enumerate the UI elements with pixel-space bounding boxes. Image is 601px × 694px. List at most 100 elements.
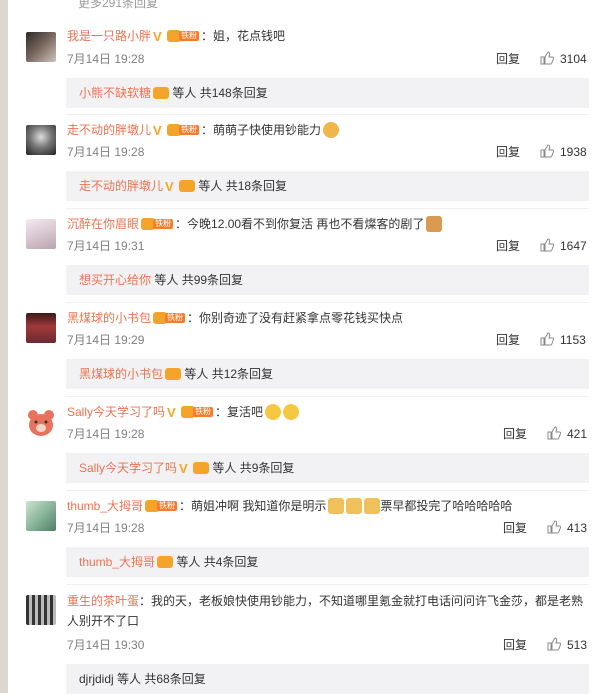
like-count: 513: [567, 638, 588, 652]
like-count: 1938: [560, 145, 587, 159]
crying-face-emoji-icon: [283, 404, 300, 420]
like-thumb-icon[interactable]: [547, 637, 561, 651]
sub-reply-box[interactable]: 黑煤球的小书包 等人 共12条回复: [66, 359, 589, 389]
divider: [66, 490, 589, 491]
like-count: 1153: [560, 333, 586, 347]
sub-reply-username[interactable]: thumb_大拇哥: [79, 555, 155, 569]
comment-line: Sally今天学习了吗 V 铁粉 ：复活吧: [67, 403, 300, 421]
avatar[interactable]: [26, 595, 56, 625]
sub-reply-username[interactable]: Sally今天学习了吗: [79, 461, 177, 475]
fan-badge-icon: [179, 180, 196, 192]
comment-line: thumb_大拇哥 铁粉 ：萌姐冲啊 我知道你是明示 票早都投完了哈哈哈哈哈: [67, 497, 512, 515]
comment-text: ：我的天，老板娘快使用钞能力，不知道哪里氪金就打电话问问许飞金莎，都是老熟人别开…: [67, 594, 584, 628]
sub-reply-box[interactable]: Sally今天学习了吗 V 等人 共9条回复: [66, 453, 589, 483]
divider: [66, 302, 589, 303]
comment-time: 7月14日 19:31: [67, 239, 145, 253]
reply-button[interactable]: 回复: [496, 333, 520, 347]
like-thumb-icon[interactable]: [540, 238, 554, 252]
verified-badge-icon: V: [179, 461, 188, 476]
fan-badge-icon: 铁粉: [145, 500, 179, 512]
sub-reply-username[interactable]: 走不动的胖墩儿: [79, 179, 163, 193]
like-count: 1647: [560, 239, 587, 253]
crying-face-emoji-icon: [265, 404, 282, 420]
left-edge-photo: [0, 0, 8, 693]
more-replies-text: 更多291条回复: [78, 0, 159, 10]
reply-button[interactable]: 回复: [496, 145, 520, 159]
sub-reply-box[interactable]: 想买开心给你 等人 共99条回复: [66, 265, 589, 295]
comment-line: 走不动的胖墩儿 V 铁粉 ：萌萌子快使用钞能力: [67, 121, 340, 139]
fan-badge-icon: 铁粉: [181, 406, 215, 418]
sub-reply-count[interactable]: 等人 共18条回复: [198, 179, 287, 193]
verified-badge-icon: V: [165, 179, 174, 194]
comment-username[interactable]: thumb_大拇哥: [67, 499, 143, 513]
comment-time: 7月14日 19:28: [67, 145, 145, 159]
sub-reply-box[interactable]: thumb_大拇哥 等人 共4条回复: [66, 547, 589, 577]
fan-badge-icon: 铁粉: [153, 312, 187, 324]
sub-reply-count[interactable]: 等人 共4条回复: [176, 555, 258, 569]
avatar[interactable]: [26, 32, 56, 62]
avatar[interactable]: [26, 407, 56, 437]
reply-button[interactable]: 回复: [503, 427, 527, 441]
like-count: 421: [567, 427, 588, 441]
comment-text: ：复活吧: [215, 405, 264, 419]
comment-line: 重生的茶叶蛋：我的天，老板娘快使用钞能力，不知道哪里氪金就打电话问问许飞金莎，都…: [67, 591, 587, 631]
fan-badge-icon: 铁粉: [141, 218, 175, 230]
divider: [66, 208, 589, 209]
comment-username[interactable]: Sally今天学习了吗: [67, 405, 165, 419]
like-thumb-icon[interactable]: [540, 51, 554, 65]
doge-emoji-icon: [364, 498, 381, 514]
comment-line: 我是一只路小胖 V 铁粉 ：姐，花点钱吧: [67, 27, 285, 45]
fan-badge-icon: [157, 556, 174, 568]
comment-text-continued: 票早都投完了哈哈哈哈哈: [380, 499, 513, 513]
like-thumb-icon[interactable]: [540, 332, 554, 346]
comment-text: ：姐，花点钱吧: [201, 29, 286, 43]
comment-username[interactable]: 我是一只路小胖: [67, 29, 151, 43]
doge-emoji-icon: [328, 498, 345, 514]
like-thumb-icon[interactable]: [547, 426, 561, 440]
comment-line: 黑煤球的小书包 铁粉 ：你别奇迹了没有赶紧拿点零花钱买快点: [67, 309, 403, 327]
sub-reply-count[interactable]: 等人 共12条回复: [184, 367, 273, 381]
comment-username[interactable]: 重生的茶叶蛋: [67, 594, 139, 608]
comment-time: 7月14日 19:29: [67, 333, 145, 347]
sub-reply-count[interactable]: 等人 共148条回复: [172, 86, 267, 100]
fan-badge-icon: 铁粉: [167, 30, 201, 42]
comment-text: ：萌萌子快使用钞能力: [201, 123, 322, 137]
sub-reply-box[interactable]: djrjdidj 等人 共68条回复: [66, 664, 589, 694]
reply-button[interactable]: 回复: [496, 239, 520, 253]
comment-time: 7月14日 19:30: [67, 638, 145, 652]
comment-text: ：萌姐冲啊 我知道你是明示: [179, 499, 327, 513]
like-count: 3104: [560, 52, 587, 66]
avatar[interactable]: [26, 313, 56, 343]
reply-button[interactable]: 回复: [496, 52, 520, 66]
reply-button[interactable]: 回复: [503, 638, 527, 652]
comment-username[interactable]: 走不动的胖墩儿: [67, 123, 151, 137]
sub-reply-count[interactable]: djrjdidj 等人 共68条回复: [79, 672, 206, 686]
avatar[interactable]: [26, 501, 56, 531]
sub-reply-username[interactable]: 想买开心给你: [79, 273, 151, 287]
comment-username[interactable]: 沉醉在你眉眼: [67, 217, 139, 231]
sub-reply-box[interactable]: 小熊不缺软糖 等人 共148条回复: [66, 78, 589, 108]
avatar[interactable]: [26, 125, 56, 155]
fan-badge-icon: [153, 87, 170, 99]
muscle-emoji-icon: [323, 122, 340, 138]
verified-badge-icon: V: [153, 29, 162, 44]
more-replies-partial[interactable]: 更多291条回复: [78, 0, 601, 10]
fan-badge-icon: [165, 368, 182, 380]
comment-time: 7月14日 19:28: [67, 521, 145, 535]
like-thumb-icon[interactable]: [547, 520, 561, 534]
fan-badge-icon: [193, 462, 210, 474]
sub-reply-count[interactable]: 等人 共99条回复: [154, 273, 243, 287]
like-count: 413: [567, 521, 588, 535]
fan-badge-icon: 铁粉: [167, 124, 201, 136]
comment-time: 7月14日 19:28: [67, 52, 145, 66]
sub-reply-box[interactable]: 走不动的胖墩儿 V 等人 共18条回复: [66, 171, 589, 201]
sub-reply-count[interactable]: 等人 共9条回复: [212, 461, 294, 475]
divider: [66, 396, 589, 397]
like-thumb-icon[interactable]: [540, 144, 554, 158]
avatar[interactable]: [26, 219, 56, 249]
comment-text: ：你别奇迹了没有赶紧拿点零花钱买快点: [187, 311, 404, 325]
sub-reply-username[interactable]: 黑煤球的小书包: [79, 367, 163, 381]
sub-reply-username[interactable]: 小熊不缺软糖: [79, 86, 151, 100]
reply-button[interactable]: 回复: [503, 521, 527, 535]
comment-username[interactable]: 黑煤球的小书包: [67, 311, 151, 325]
